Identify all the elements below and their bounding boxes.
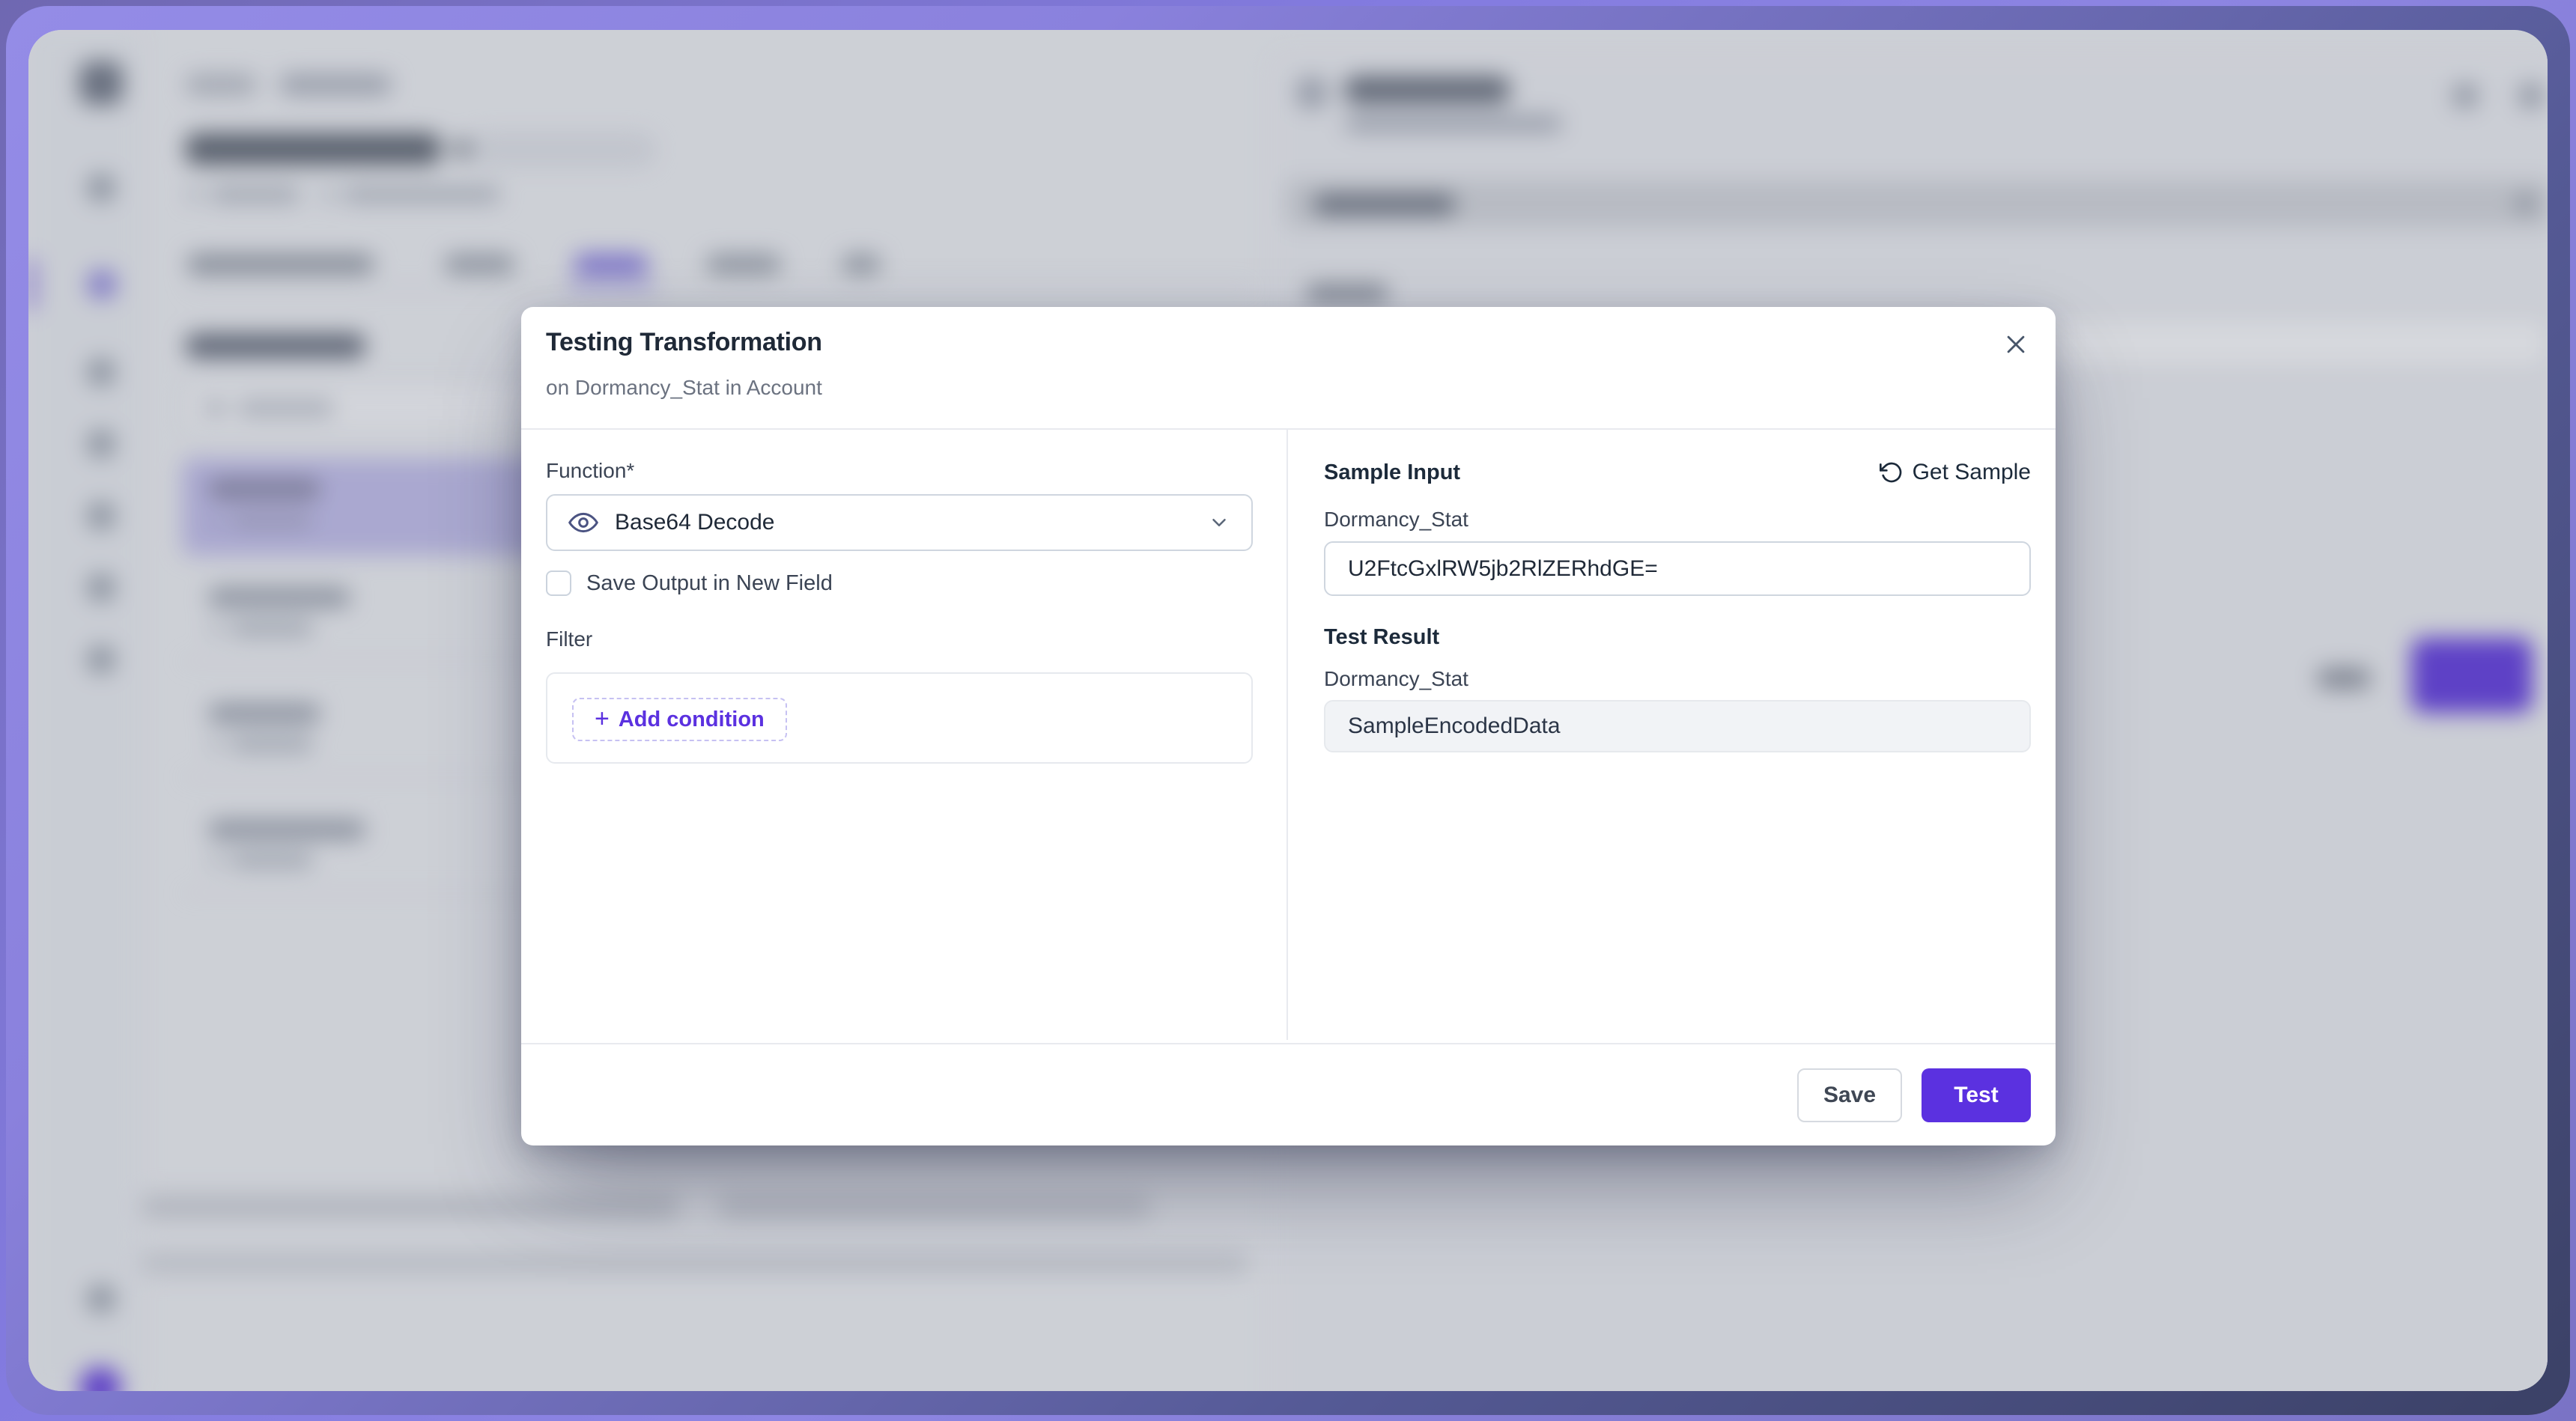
add-condition-button[interactable]: + Add condition xyxy=(572,698,787,741)
save-button[interactable]: Save xyxy=(1797,1068,1902,1122)
test-result-heading: Test Result xyxy=(1324,625,1439,650)
save-output-checkbox-row[interactable]: Save Output in New Field xyxy=(546,570,833,596)
test-result-field[interactable] xyxy=(1324,700,2031,752)
column-divider xyxy=(1287,429,1288,1040)
save-output-checkbox[interactable] xyxy=(546,570,571,596)
header-divider xyxy=(521,428,2056,430)
close-icon xyxy=(2003,332,2029,357)
test-button[interactable]: Test xyxy=(1922,1068,2031,1122)
dialog-title: Testing Transformation xyxy=(546,328,822,357)
function-label: Function* xyxy=(546,459,634,483)
get-sample-label: Get Sample xyxy=(1913,460,2031,485)
refresh-icon xyxy=(1880,460,1904,484)
filter-card: + Add condition xyxy=(546,672,1253,764)
get-sample-button[interactable]: Get Sample xyxy=(1880,457,2031,488)
function-select[interactable]: Base64 Decode xyxy=(546,494,1253,551)
screen: Testing Transformation on Dormancy_Stat … xyxy=(0,0,2576,1421)
add-condition-label: Add condition xyxy=(619,708,765,732)
close-button[interactable] xyxy=(1998,326,2034,362)
chevron-down-icon xyxy=(1208,511,1230,534)
eye-icon xyxy=(568,508,598,538)
function-selected-value: Base64 Decode xyxy=(615,510,1191,535)
plus-icon: + xyxy=(595,706,610,731)
test-result-field-label: Dormancy_Stat xyxy=(1324,667,1468,691)
sample-input-field-label: Dormancy_Stat xyxy=(1324,508,1468,532)
sample-input-field[interactable] xyxy=(1324,541,2031,596)
dialog-footer: Save Test xyxy=(521,1043,2056,1145)
sample-input-heading: Sample Input xyxy=(1324,460,1460,485)
save-output-label: Save Output in New Field xyxy=(586,571,833,596)
filter-label: Filter xyxy=(546,627,592,651)
dialog-subtitle: on Dormancy_Stat in Account xyxy=(546,376,822,400)
testing-transformation-dialog: Testing Transformation on Dormancy_Stat … xyxy=(521,307,2056,1145)
